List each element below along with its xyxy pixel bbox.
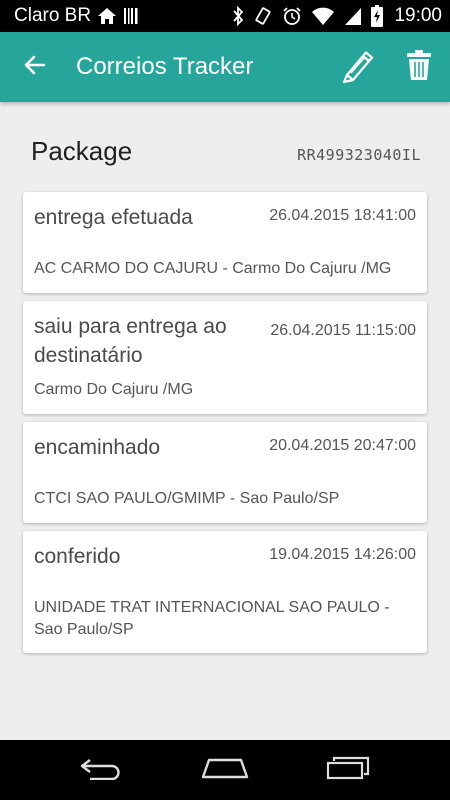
carrier-group: Claro BR [14, 5, 139, 27]
home-icon [97, 7, 117, 25]
event-location: AC CARMO DO CAJURU - Carmo Do Cajuru /MG [34, 260, 392, 277]
back-nav-icon [80, 756, 124, 785]
event-card[interactable]: saiu para entrega ao destinatário 26.04.… [23, 301, 427, 414]
status-icons: 19:00 [232, 5, 442, 27]
back-button[interactable] [0, 32, 70, 102]
carrier-name: Claro BR [14, 5, 92, 26]
clock: 19:00 [394, 5, 442, 26]
tracking-code: RR499323040IL [297, 146, 421, 164]
event-card[interactable]: encaminhado 20.04.2015 20:47:00 CTCI SAO… [23, 422, 427, 523]
home-nav-icon [201, 757, 249, 784]
trash-icon [406, 49, 432, 86]
event-location: UNIDADE TRAT INTERNACIONAL SAO PAULO - S… [34, 599, 390, 638]
event-card[interactable]: entrega efetuada 26.04.2015 18:41:00 AC … [23, 192, 427, 293]
alarm-icon [282, 6, 302, 26]
navigation-bar [0, 740, 450, 800]
pencil-icon [339, 47, 375, 88]
wifi-icon [311, 6, 335, 26]
event-date: 26.04.2015 18:41:00 [269, 207, 416, 224]
back-arrow-icon [23, 53, 47, 82]
event-location: Carmo Do Cajuru /MG [34, 381, 194, 398]
event-location: CTCI SAO PAULO/GMIMP - Sao Paulo/SP [34, 490, 340, 507]
edit-button[interactable] [326, 32, 388, 102]
status-bar: Claro BR 19:00 [0, 0, 450, 32]
recents-nav-icon [326, 756, 370, 785]
content-area: Package RR499323040IL entrega efetuada 2… [0, 102, 450, 740]
bluetooth-icon [232, 6, 244, 26]
event-date: 26.04.2015 11:15:00 [270, 322, 416, 339]
nav-back-button[interactable] [67, 740, 137, 800]
barcode-icon [123, 7, 139, 25]
delete-button[interactable] [388, 32, 450, 102]
signal-icon [344, 6, 362, 26]
app-bar-actions [326, 32, 450, 102]
app-title: Correios Tracker [76, 53, 254, 80]
app-bar: Correios Tracker [0, 32, 450, 102]
package-title: Package [31, 136, 133, 166]
event-date: 20.04.2015 20:47:00 [269, 437, 416, 454]
nav-home-button[interactable] [190, 740, 260, 800]
event-status: entrega efetuada [34, 206, 193, 229]
package-header: Package RR499323040IL [31, 136, 421, 167]
event-status: encaminhado [34, 436, 161, 459]
event-status: conferido [34, 545, 121, 568]
event-status: saiu para entrega ao destinatário [34, 315, 227, 367]
nav-recents-button[interactable] [313, 740, 383, 800]
vibrate-icon [253, 6, 273, 26]
event-card[interactable]: conferido 19.04.2015 14:26:00 UNIDADE TR… [23, 531, 427, 653]
battery-icon [371, 5, 384, 27]
event-date: 19.04.2015 14:26:00 [269, 546, 416, 563]
